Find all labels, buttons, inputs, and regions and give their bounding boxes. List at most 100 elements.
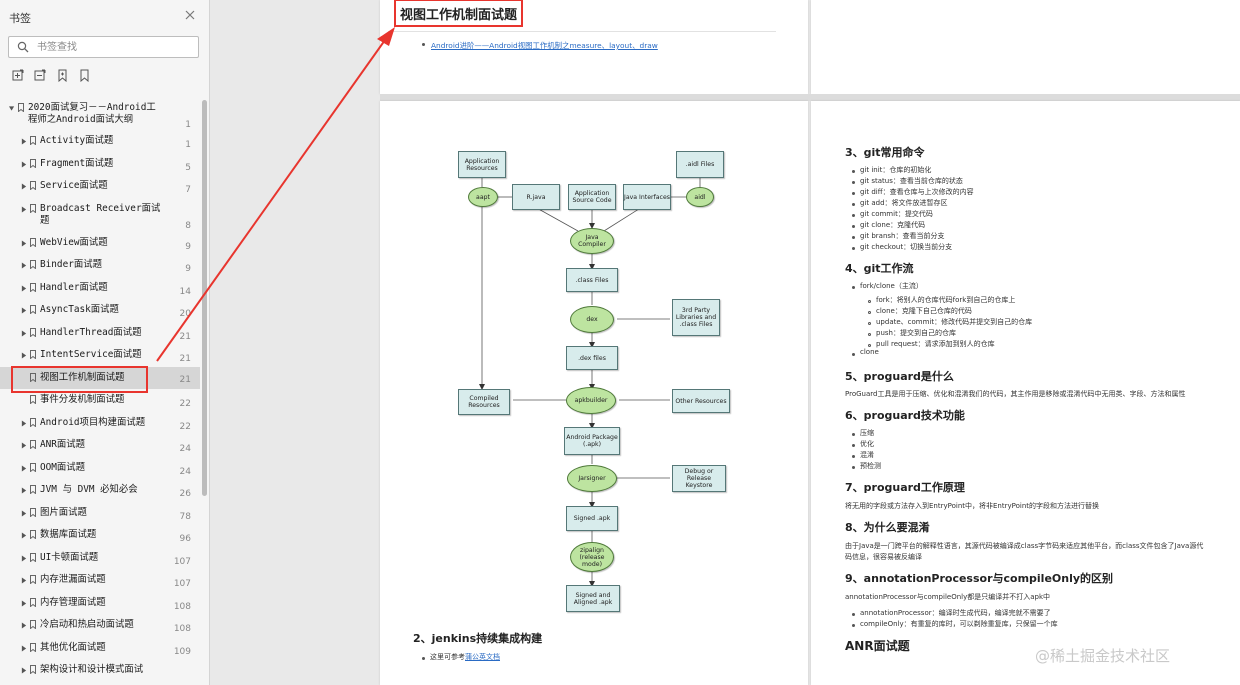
chevron-down-icon[interactable] bbox=[9, 105, 15, 112]
sidebar-item-21[interactable]: 内存管理面试题 108 bbox=[0, 595, 200, 618]
git-flow-item: fork/clone（主流） bbox=[860, 282, 923, 290]
page-separator bbox=[380, 94, 1240, 101]
chevron-right-icon[interactable] bbox=[21, 240, 27, 247]
chevron-right-icon[interactable] bbox=[21, 330, 27, 337]
list-bullet bbox=[868, 311, 871, 314]
article-link[interactable]: Android进阶——Android视图工作机制之measure、layout、… bbox=[431, 40, 658, 51]
git-command-item: git commit：提交代码 bbox=[860, 210, 933, 218]
bookmark-icon bbox=[18, 103, 24, 112]
chevron-right-icon[interactable] bbox=[21, 577, 27, 584]
sidebar-item-9[interactable]: HandlerThread面试题 21 bbox=[0, 325, 200, 348]
chevron-right-icon[interactable] bbox=[21, 555, 27, 562]
sidebar-item-5[interactable]: WebView面试题 9 bbox=[0, 235, 200, 258]
sidebar-item-23[interactable]: 其他优化面试题 109 bbox=[0, 640, 200, 663]
chevron-right-icon[interactable] bbox=[21, 262, 27, 269]
chevron-right-icon[interactable] bbox=[21, 487, 27, 494]
sidebar-item-17[interactable]: 图片面试题 78 bbox=[0, 505, 200, 528]
sidebar-item-19[interactable]: UI卡顿面试题 107 bbox=[0, 550, 200, 573]
sidebar-item-page: 9 bbox=[185, 264, 191, 274]
close-icon[interactable] bbox=[184, 9, 196, 21]
expand-all-icon[interactable] bbox=[12, 69, 25, 82]
sidebar-item-3[interactable]: Service面试题 7 bbox=[0, 178, 200, 201]
chevron-right-icon[interactable] bbox=[21, 206, 27, 213]
sidebar-item-7[interactable]: Handler面试题 14 bbox=[0, 280, 200, 303]
list-bullet bbox=[852, 181, 855, 184]
chevron-right-icon[interactable] bbox=[21, 420, 27, 427]
bookmark-search-input[interactable] bbox=[37, 39, 192, 55]
sidebar-item-4[interactable]: Broadcast Receiver面试题 8 bbox=[0, 201, 200, 235]
obfuscate-text-line2: 码信息，很容易被反编译 bbox=[845, 553, 922, 561]
bookmark-icon bbox=[30, 417, 36, 427]
bookmark-search-box[interactable] bbox=[8, 36, 199, 58]
bookmark-icon bbox=[30, 665, 36, 674]
flow-java-compiler: Java Compiler bbox=[570, 228, 614, 254]
sidebar-item-label: 事件分发机制面试题 bbox=[40, 394, 125, 405]
flow-third-party: 3rd Party Libraries and .class Files bbox=[672, 299, 720, 336]
sidebar-item-14[interactable]: ANR面试题 24 bbox=[0, 437, 200, 460]
add-bookmark-icon[interactable] bbox=[56, 69, 69, 82]
flow-dex: dex bbox=[570, 306, 614, 333]
sidebar-item-page: 8 bbox=[185, 220, 191, 231]
bookmark-icon bbox=[30, 440, 36, 449]
sidebar-item-label: 数据库面试题 bbox=[40, 529, 97, 540]
sidebar-item-20[interactable]: 内存泄漏面试题 107 bbox=[0, 572, 200, 595]
sidebar-item-24[interactable]: 架构设计和设计模式面试 bbox=[0, 662, 200, 685]
bookmark-icon bbox=[30, 158, 36, 168]
bookmark-tree: 2020面试复习－－Android工 程师之Android面试大纲 1 Activit… bbox=[0, 100, 200, 685]
sidebar-item-label: Activity面试题 bbox=[40, 135, 114, 146]
list-bullet bbox=[852, 192, 855, 195]
chevron-right-icon[interactable] bbox=[21, 138, 27, 145]
chevron-right-icon[interactable] bbox=[21, 645, 27, 652]
sidebar-item-13[interactable]: Android项目构建面试题 22 bbox=[0, 415, 200, 438]
sidebar-item-11[interactable]: 视图工作机制面试题 21 bbox=[0, 366, 200, 389]
sidebar-item-0[interactable]: 2020面试复习－－Android工 程师之Android面试大纲 1 bbox=[0, 100, 200, 133]
collapse-all-icon[interactable] bbox=[34, 69, 47, 82]
flow-aidl-files: .aidl Files bbox=[676, 151, 724, 178]
chevron-right-icon[interactable] bbox=[21, 510, 27, 517]
obfuscate-text-line1: 由于Java是一门跨平台的解释性语言，其源代码被编译成class字节码来适应其他… bbox=[845, 542, 1204, 550]
bookmark-icon[interactable] bbox=[78, 69, 91, 82]
sidebar-item-8[interactable]: AsyncTask面试题 20 bbox=[0, 302, 200, 325]
sidebar-item-page: 26 bbox=[179, 489, 191, 499]
chevron-right-icon[interactable] bbox=[21, 183, 27, 190]
git-flow-item: clone bbox=[860, 348, 879, 356]
sidebar-item-page: 1 bbox=[185, 140, 191, 150]
sidebar-item-2[interactable]: Fragment面试题 5 bbox=[0, 156, 200, 179]
sidebar-item-6[interactable]: Binder面试题 9 bbox=[0, 257, 200, 280]
chevron-right-icon[interactable] bbox=[21, 600, 27, 607]
chevron-right-icon[interactable] bbox=[21, 161, 27, 168]
chevron-right-icon[interactable] bbox=[21, 465, 27, 472]
flow-app-resources: Application Resources bbox=[458, 151, 506, 178]
sidebar-item-18[interactable]: 数据库面试题 96 bbox=[0, 527, 200, 550]
jenkins-doc-link[interactable]: 蒲公英文档 bbox=[465, 653, 500, 661]
chevron-right-icon[interactable] bbox=[21, 285, 27, 292]
section-heading-git-flow: 4、git工作流 bbox=[845, 262, 914, 275]
chevron-right-icon[interactable] bbox=[21, 307, 27, 314]
sidebar-item-12[interactable]: 事件分发机制面试题 22 bbox=[0, 392, 200, 415]
section-heading-why-obfuscate: 8、为什么要混淆 bbox=[845, 521, 930, 534]
list-bullet bbox=[852, 433, 855, 436]
flow-keystore: Debug or Release Keystore bbox=[672, 465, 726, 492]
list-bullet bbox=[422, 43, 425, 46]
sidebar-item-page: 96 bbox=[179, 534, 191, 544]
chevron-right-icon[interactable] bbox=[21, 352, 27, 359]
sidebar-item-22[interactable]: 冷启动和热启动面试题 108 bbox=[0, 617, 200, 640]
bookmark-icon bbox=[30, 642, 36, 652]
sidebar-item-1[interactable]: Activity面试题 1 bbox=[0, 133, 200, 156]
chevron-right-icon[interactable] bbox=[21, 532, 27, 539]
sidebar-scrollbar[interactable] bbox=[202, 100, 207, 496]
sidebar-item-16[interactable]: JVM 与 DVM 必知必会 26 bbox=[0, 482, 200, 505]
list-bullet bbox=[852, 466, 855, 469]
bookmark-icon bbox=[30, 507, 36, 517]
section-heading-proguard-functions: 6、proguard技术功能 bbox=[845, 409, 965, 422]
chevron-right-icon[interactable] bbox=[21, 442, 27, 449]
flow-apkbuilder: apkbuilder bbox=[566, 387, 616, 414]
proguard-function-item: 优化 bbox=[860, 440, 874, 448]
sidebar-item-label: JVM 与 DVM 必知必会 bbox=[40, 484, 138, 495]
document-viewer: 视图工作机制面试题 Android进阶——Android视图工作机制之measu… bbox=[211, 0, 1240, 685]
sidebar-item-15[interactable]: OOM面试题 24 bbox=[0, 460, 200, 483]
chevron-right-icon[interactable] bbox=[21, 667, 27, 674]
chevron-right-icon[interactable] bbox=[21, 622, 27, 629]
annotation-processor-item: annotationProcessor：编译时生成代码，编译完就不需要了 bbox=[860, 609, 1051, 617]
proguard-function-item: 预检测 bbox=[860, 462, 881, 470]
